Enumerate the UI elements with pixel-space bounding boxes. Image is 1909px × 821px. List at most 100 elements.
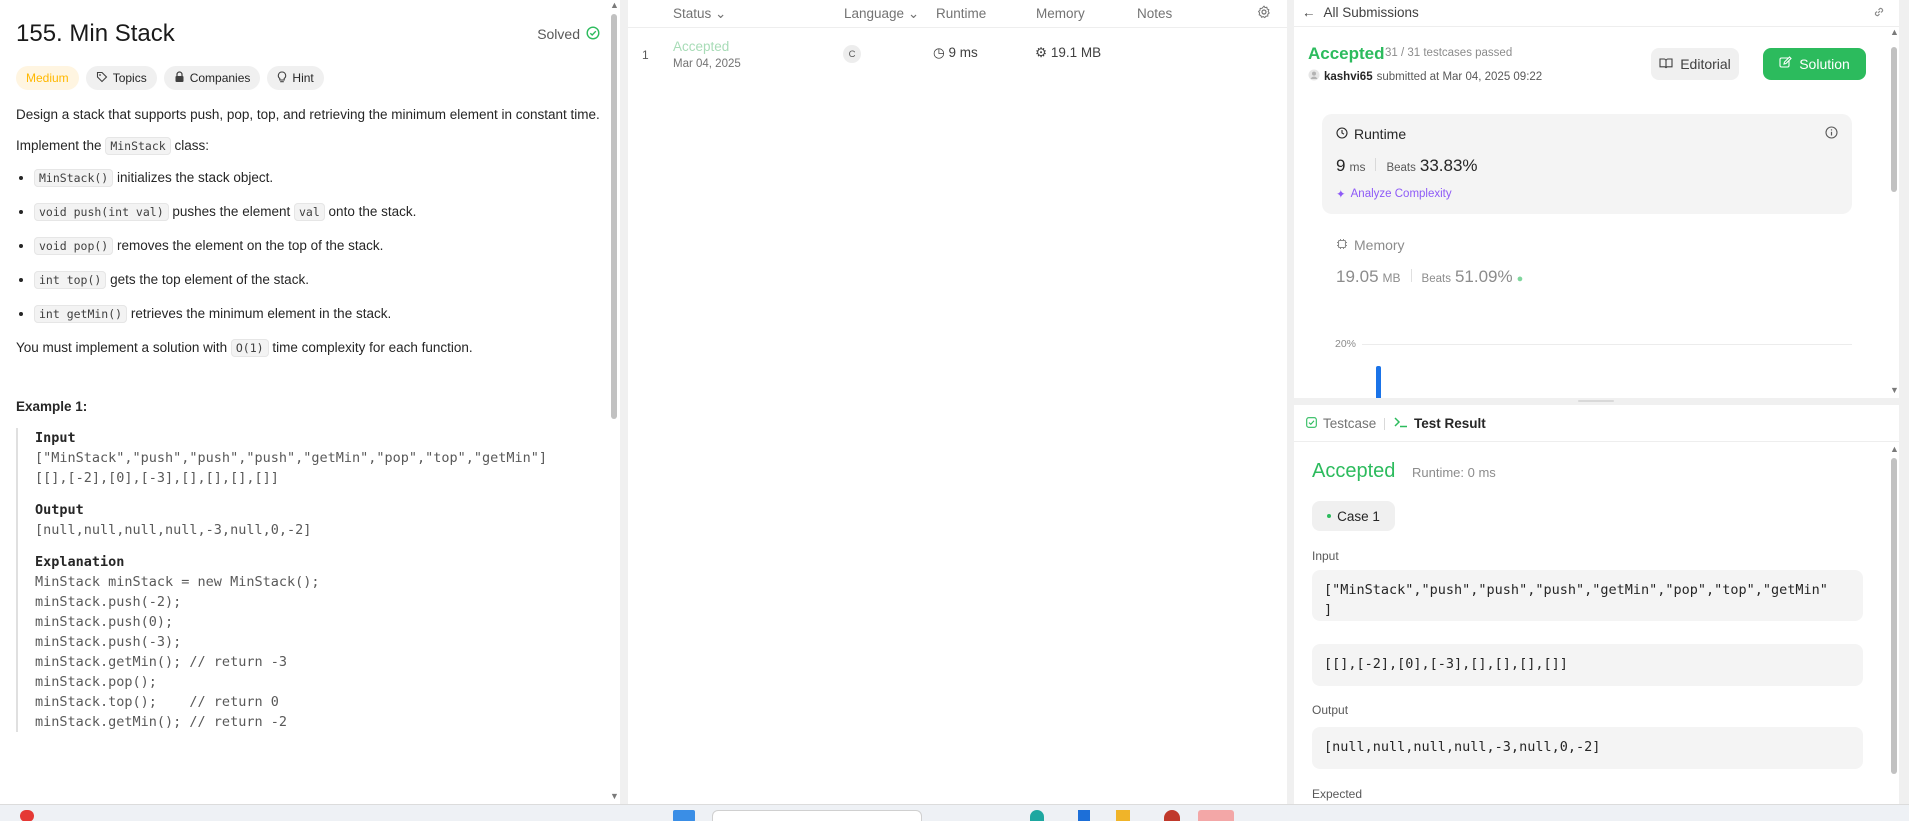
beats-label: Beats [1386, 162, 1416, 174]
console-tabs: Testcase Test Result [1294, 405, 1899, 442]
info-icon[interactable] [1825, 126, 1838, 142]
all-submissions-link[interactable]: ← All Submissions [1302, 5, 1419, 20]
chip-icon [1336, 237, 1348, 253]
method-text: gets the top element of the stack. [110, 272, 309, 287]
panel-resizer[interactable] [620, 0, 628, 804]
gear-icon[interactable] [1257, 5, 1271, 22]
input-box-1[interactable]: ["MinStack","push","push","push","getMin… [1312, 570, 1863, 621]
submitted-text: submitted at Mar 04, 2025 09:22 [1376, 70, 1543, 83]
example-input-label: Input [35, 430, 76, 446]
case-label: Case 1 [1337, 508, 1380, 524]
explanation-line: minStack.top(); // return 0 [35, 694, 279, 710]
scroll-up-icon[interactable]: ▲ [1890, 27, 1899, 37]
language-column-header[interactable]: Language ⌄ [844, 6, 919, 22]
avatar[interactable] [1308, 69, 1320, 84]
implement-line: Implement the MinStack class: [16, 135, 604, 157]
scroll-down-icon[interactable]: ▼ [1890, 385, 1899, 395]
panel-resizer[interactable] [1287, 0, 1294, 804]
sparkle-icon: ✦ [1336, 189, 1346, 201]
runtime-card-title: Runtime [1336, 126, 1406, 142]
topics-tag[interactable]: Topics [85, 66, 157, 90]
folder-icon[interactable] [1116, 810, 1130, 821]
companies-label: Companies [189, 71, 251, 85]
status-column-header[interactable]: Status ⌄ [673, 6, 726, 22]
input-line: [[],[-2],[0],[-3],[],[],[],[]] [1324, 656, 1568, 672]
scroll-up-icon[interactable]: ▲ [1890, 444, 1899, 454]
analyze-complexity-link[interactable]: ✦ Analyze Complexity [1336, 187, 1452, 201]
submission-status[interactable]: Accepted [673, 39, 729, 54]
result-status: Accepted [1312, 460, 1396, 482]
username[interactable]: kashvi65 [1324, 71, 1373, 83]
problem-tags: Medium Topics Companies Hint [16, 66, 604, 90]
solved-status: Solved [537, 25, 600, 43]
explanation-line: minStack.push(0); [35, 614, 174, 630]
browser-icon[interactable] [1164, 810, 1180, 821]
solution-button[interactable]: Solution [1763, 48, 1866, 80]
problem-title[interactable]: 155. Min Stack [16, 20, 175, 48]
companies-tag[interactable]: Companies [163, 66, 261, 90]
runtime-beats: 33.83% [1419, 156, 1478, 175]
method-text: onto the stack. [328, 204, 417, 219]
distribution-bar[interactable] [1376, 366, 1381, 398]
tag-icon [96, 71, 108, 86]
implement-prefix: Implement the [16, 138, 102, 153]
scrollbar-thumb[interactable] [611, 14, 617, 419]
case-1-button[interactable]: Case 1 [1312, 501, 1395, 531]
runtime-card[interactable]: Runtime 9 ms Beats 33.83% ✦ Analyze Comp… [1322, 114, 1852, 214]
weather-icon[interactable] [20, 810, 34, 821]
memory-card[interactable]: Memory 19.05 MB Beats 51.09% ● [1336, 237, 1523, 287]
all-submissions-label: All Submissions [1323, 5, 1419, 20]
app-icon[interactable] [1078, 810, 1090, 821]
memory-number: 19.05 [1336, 267, 1379, 286]
method-text: initializes the stack object. [117, 170, 274, 185]
scrollbar-thumb[interactable] [1891, 458, 1897, 774]
output-box[interactable]: [null,null,null,null,-3,null,0,-2] [1312, 727, 1863, 769]
hint-tag[interactable]: Hint [267, 66, 324, 90]
windows-start-icon[interactable] [673, 810, 695, 821]
description-scrollbar[interactable]: ▲ ▼ [609, 0, 619, 804]
link-icon[interactable] [1872, 5, 1886, 22]
table-row[interactable]: 1 Accepted Mar 04, 2025 C ◷ 9 ms ⚙ 19.1 … [628, 28, 1287, 76]
explanation-line: MinStack minStack = new MinStack(); [35, 574, 320, 590]
notes-column-header: Notes [1137, 6, 1173, 21]
tab-testcase[interactable]: Testcase [1306, 416, 1376, 431]
taskbar-search-box[interactable] [712, 810, 922, 821]
submission-detail-panel: ← All Submissions Accepted 31 / 31 testc… [1294, 0, 1899, 398]
example-output-label: Output [35, 502, 84, 518]
runtime-value: 9 ms [948, 45, 978, 60]
submission-index: 1 [642, 48, 649, 62]
explanation-line: minStack.push(-3); [35, 634, 182, 650]
explanation-line: minStack.pop(); [35, 674, 157, 690]
submission-runtime: ◷ 9 ms [933, 45, 978, 61]
beats-label: Beats [1421, 273, 1451, 285]
scrollbar-thumb[interactable] [1891, 47, 1897, 192]
input-box-2[interactable]: [[],[-2],[0],[-3],[],[],[],[]] [1312, 644, 1863, 686]
list-item: void pop() removes the element on the to… [34, 235, 604, 257]
example-explanation-label: Explanation [35, 554, 125, 570]
complexity-prefix: You must implement a solution with [16, 340, 228, 355]
testcase-tab-label: Testcase [1323, 416, 1377, 431]
detail-header: ← All Submissions [1294, 0, 1899, 27]
result-scrollbar[interactable]: ▲ [1889, 444, 1899, 804]
active-app-icon[interactable] [1198, 810, 1234, 821]
input-line: ] [1324, 602, 1333, 618]
lightbulb-icon [277, 70, 287, 86]
explanation-line: minStack.getMin(); // return -2 [35, 714, 287, 730]
app-icon[interactable] [1030, 810, 1044, 821]
panel-resizer[interactable] [1294, 398, 1899, 405]
tab-test-result[interactable]: Test Result [1394, 416, 1486, 431]
method-code: int top() [34, 271, 107, 289]
explanation-line: minStack.getMin(); // return -3 [35, 654, 287, 670]
editorial-button[interactable]: Editorial [1651, 48, 1739, 80]
difficulty-badge[interactable]: Medium [16, 66, 79, 90]
runtime-number: 9 [1336, 156, 1346, 175]
detail-scrollbar[interactable]: ▲ ▼ [1889, 27, 1899, 398]
scroll-down-icon[interactable]: ▼ [610, 791, 619, 801]
method-code: MinStack() [34, 169, 114, 187]
input-label: Input [1312, 549, 1339, 563]
scroll-up-icon[interactable]: ▲ [610, 0, 619, 10]
testcases-passed: 31 / 31 testcases passed [1385, 47, 1513, 59]
method-code: void push(int val) [34, 203, 169, 221]
method-text: removes the element on the top of the st… [117, 238, 384, 253]
checkbox-icon [1306, 416, 1317, 431]
